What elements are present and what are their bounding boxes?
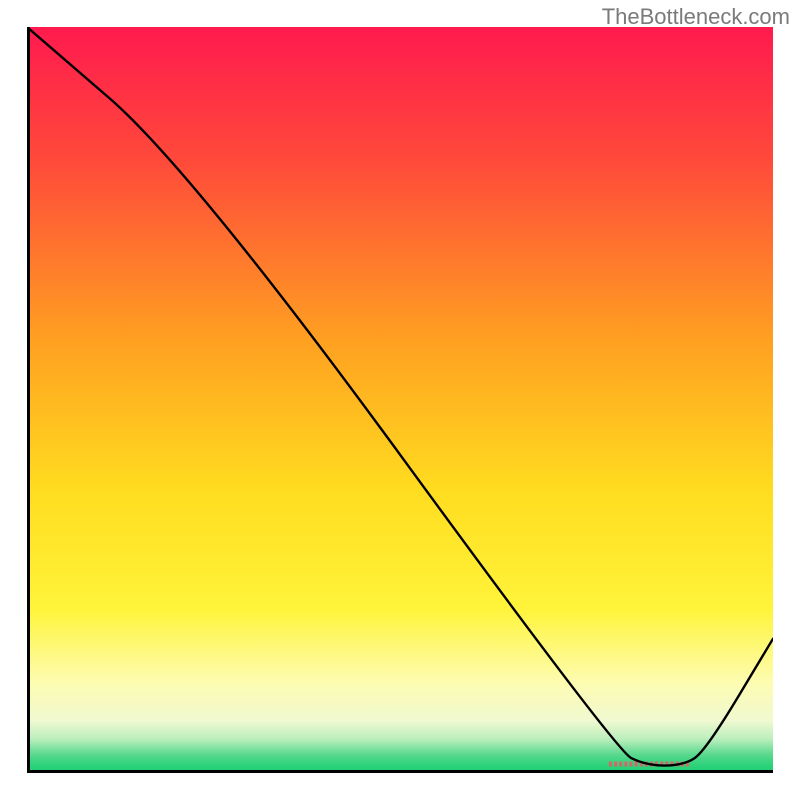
watermark-text: TheBottleneck.com [602,4,790,30]
gradient-background [27,27,773,773]
chart-plot-area [27,27,773,773]
chart-svg [27,27,773,773]
